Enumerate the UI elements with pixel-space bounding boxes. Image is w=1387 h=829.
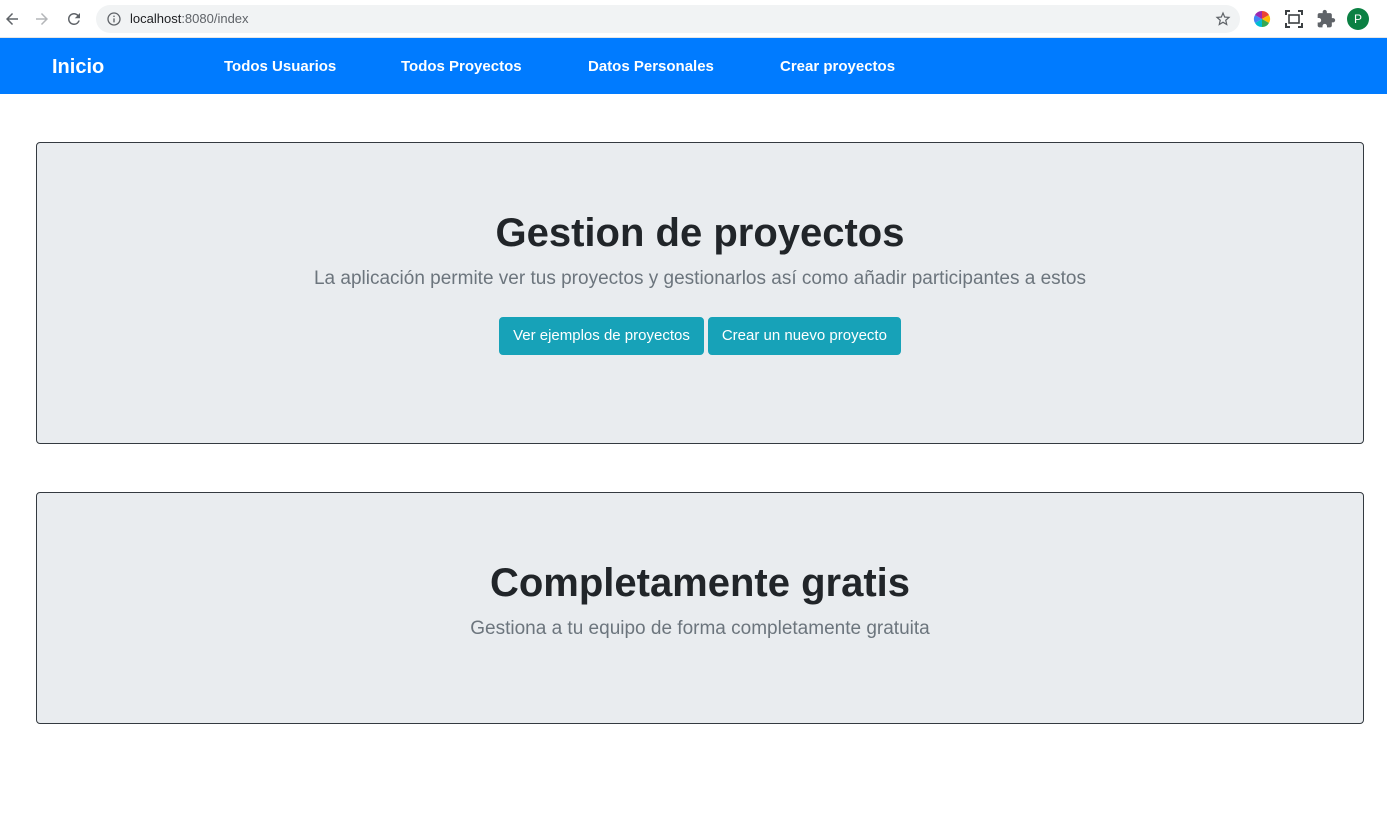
address-bar[interactable]: localhost:8080/index	[96, 5, 1240, 33]
nav-link-crear-proyectos[interactable]: Crear proyectos	[780, 57, 895, 77]
color-wheel-icon[interactable]	[1252, 9, 1272, 29]
navbar-brand[interactable]: Inicio	[52, 55, 104, 79]
url-text[interactable]: localhost:8080/index	[130, 11, 249, 27]
reload-icon[interactable]	[62, 7, 86, 31]
hero-title: Gestion de proyectos	[495, 211, 905, 255]
nav-link-todos-usuarios[interactable]: Todos Usuarios	[224, 57, 336, 77]
hero-jumbotron: Gestion de proyectos La aplicación permi…	[36, 142, 1364, 444]
back-arrow-icon[interactable]	[0, 7, 24, 31]
hero-lead: La aplicación permite ver tus proyectos …	[313, 268, 1086, 289]
ver-ejemplos-button[interactable]: Ver ejemplos de proyectos	[499, 317, 704, 355]
free-lead: Gestiona a tu equipo de forma completame…	[470, 618, 930, 639]
star-icon[interactable]	[1214, 10, 1232, 28]
info-icon[interactable]	[106, 11, 122, 27]
hero-button-group: Ver ejemplos de proyectos Crear un nuevo…	[37, 317, 1363, 355]
url-host: localhost	[130, 11, 182, 26]
nav-link-todos-proyectos[interactable]: Todos Proyectos	[401, 57, 522, 77]
free-jumbotron: Completamente gratis Gestiona a tu equip…	[36, 492, 1364, 724]
crear-proyecto-button[interactable]: Crear un nuevo proyecto	[707, 317, 901, 355]
free-title: Completamente gratis	[489, 561, 911, 605]
nav-link-datos-personales[interactable]: Datos Personales	[588, 57, 714, 77]
main-navbar: Inicio Todos Usuarios Todos Proyectos Da…	[0, 38, 1387, 94]
forward-arrow-icon[interactable]	[30, 7, 54, 31]
url-path: :8080/index	[181, 11, 249, 26]
profile-avatar[interactable]: P	[1347, 8, 1369, 30]
puzzle-icon[interactable]	[1316, 9, 1336, 29]
screenshot-icon[interactable]	[1284, 9, 1304, 29]
browser-toolbar: localhost:8080/index P	[0, 0, 1387, 38]
